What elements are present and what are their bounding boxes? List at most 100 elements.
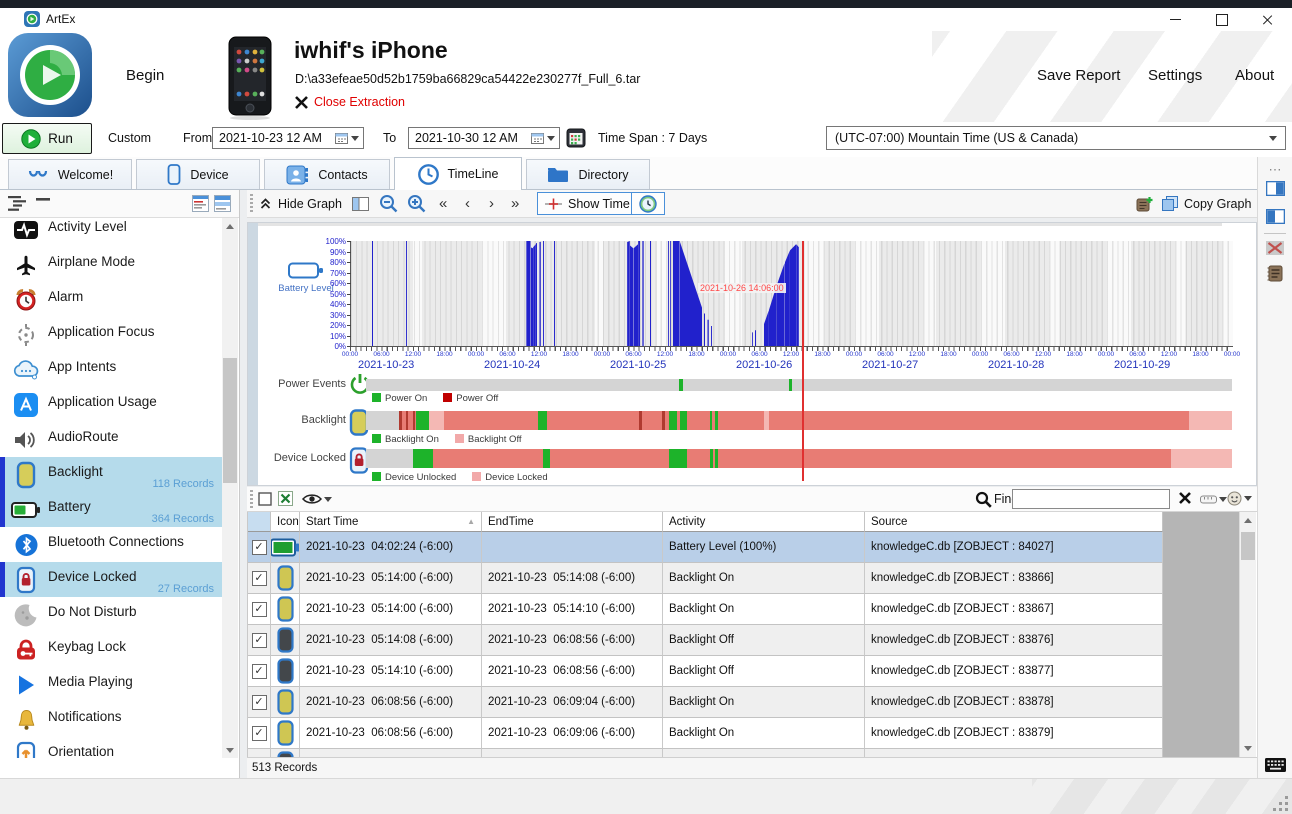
row-checkbox[interactable]: ✓ xyxy=(252,571,267,586)
sidebar-item-bluetooth-connections[interactable]: Bluetooth Connections xyxy=(0,527,222,562)
table-scroll-thumb[interactable] xyxy=(1241,532,1255,560)
view-detail-icon[interactable] xyxy=(214,195,231,217)
view-compact-icon[interactable] xyxy=(192,195,209,217)
clock-marker-button[interactable] xyxy=(631,192,665,215)
dock-close-disabled-button[interactable] xyxy=(1258,241,1292,255)
row-checkbox[interactable]: ✓ xyxy=(252,695,267,710)
column-header-start-time[interactable]: Start Time▲ xyxy=(300,512,482,532)
settings-button[interactable]: Settings xyxy=(1148,67,1202,84)
sidebar-item-activity-level[interactable]: Activity Level xyxy=(0,218,222,247)
minimize-button[interactable] xyxy=(1153,8,1197,31)
sidebar-scrollbar[interactable] xyxy=(222,218,238,758)
dock-panel-left-button[interactable] xyxy=(1258,209,1292,224)
sidebar-item-keybag-lock[interactable]: Keybag Lock xyxy=(0,632,222,667)
tab-timeline[interactable]: TimeLine xyxy=(394,157,522,190)
keyboard-icon[interactable] xyxy=(1258,758,1292,772)
sidebar-item-alarm[interactable]: Alarm xyxy=(0,282,222,317)
lane-track-power-events[interactable] xyxy=(366,379,1232,391)
table-scroll-down[interactable] xyxy=(1240,740,1256,756)
about-button[interactable]: About xyxy=(1235,67,1274,84)
table-row[interactable]: ✓2021-10-23 06:08:56 (-6:00)2021-10-23 0… xyxy=(248,718,1239,749)
tab-contacts[interactable]: Contacts xyxy=(264,159,390,189)
copy-graph-button[interactable]: Copy Graph xyxy=(1162,190,1251,217)
sidebar-item-orientation[interactable]: Orientation xyxy=(0,737,222,758)
table-row[interactable]: ✓2021-10-23 05:14:08 (-6:00)2021-10-23 0… xyxy=(248,625,1239,656)
skip-forward-button[interactable]: » xyxy=(511,190,519,217)
close-extraction-button[interactable]: Close Extraction xyxy=(295,95,405,109)
row-checkbox[interactable]: ✓ xyxy=(252,726,267,741)
row-checkbox[interactable]: ✓ xyxy=(252,633,267,648)
step-back-button[interactable]: ‹ xyxy=(465,190,470,217)
column-header-endtime[interactable]: EndTime xyxy=(482,512,663,532)
tab-welcome[interactable]: Welcome! xyxy=(8,159,132,189)
highlight-button[interactable] xyxy=(1227,491,1252,506)
column-header-activity[interactable]: Activity xyxy=(663,512,865,532)
graph-layout-button[interactable] xyxy=(352,190,369,217)
maximize-button[interactable] xyxy=(1200,8,1244,31)
column-header-select[interactable] xyxy=(248,512,271,532)
table-row[interactable]: ✓2021-10-23 05:14:10 (-6:00)2021-10-23 0… xyxy=(248,656,1239,687)
row-checkbox[interactable]: ✓ xyxy=(252,602,267,617)
sidebar-scroll-thumb[interactable] xyxy=(223,358,237,483)
table-row[interactable]: ✓2021-10-23 06:08:56 (-6:00)2021-10-23 0… xyxy=(248,687,1239,718)
find-input[interactable] xyxy=(1012,489,1170,509)
lane-track-device-locked[interactable] xyxy=(366,449,1232,468)
show-time-button[interactable]: Show Time xyxy=(537,192,638,215)
row-checkbox[interactable]: ✓ xyxy=(252,540,267,555)
lane-track-backlight[interactable] xyxy=(366,411,1232,430)
column-visibility-button[interactable] xyxy=(302,493,332,505)
table-toolbar-grip[interactable] xyxy=(250,490,253,509)
table-row[interactable]: ✓2021-10-23 05:14:00 (-6:00)2021-10-23 0… xyxy=(248,594,1239,625)
sidebar-item-backlight[interactable]: Backlight118 Records xyxy=(0,457,222,492)
sidebar-item-notifications[interactable]: Notifications xyxy=(0,702,222,737)
save-report-button[interactable]: Save Report xyxy=(1037,67,1120,84)
from-date-input[interactable]: 2021-10-23 12 AM xyxy=(212,127,364,149)
step-forward-button[interactable]: › xyxy=(489,190,494,217)
sidebar-item-app-intents[interactable]: App Intents xyxy=(0,352,222,387)
time-cursor-line[interactable] xyxy=(802,241,804,481)
calendar-picker-button[interactable] xyxy=(566,128,586,153)
table-row[interactable]: ✓2021-10-23 05:14:00 (-6:00)2021-10-23 0… xyxy=(248,563,1239,594)
sidebar-item-battery[interactable]: Battery364 Records xyxy=(0,492,222,527)
hide-graph-button[interactable]: Hide Graph xyxy=(259,190,342,217)
match-mode-button[interactable] xyxy=(1200,494,1227,505)
select-none-button[interactable] xyxy=(258,492,272,506)
resize-grip[interactable] xyxy=(1273,796,1288,811)
sidebar-item-audioroute[interactable]: AudioRoute xyxy=(0,422,222,457)
close-button[interactable] xyxy=(1246,8,1290,31)
timezone-select[interactable]: (UTC-07:00) Mountain Time (US & Canada) xyxy=(826,126,1286,150)
row-checkbox[interactable]: ✓ xyxy=(252,664,267,679)
sidebar-item-airplane-mode[interactable]: Airplane Mode xyxy=(0,247,222,282)
dock-panel-right-button[interactable] xyxy=(1258,181,1292,196)
sidebar-item-application-usage[interactable]: Application Usage xyxy=(0,387,222,422)
sidebar-item-application-focus[interactable]: Application Focus xyxy=(0,317,222,352)
sidebar-scroll-down[interactable] xyxy=(222,742,238,758)
begin-button[interactable]: Begin xyxy=(126,67,164,84)
table-row[interactable]: ✓2021-10-23 04:02:24 (-6:00)Battery Leve… xyxy=(248,532,1239,563)
sidebar-item-media-playing[interactable]: Media Playing xyxy=(0,667,222,702)
sidebar-scroll-up[interactable] xyxy=(222,218,238,234)
zoom-in-button[interactable] xyxy=(407,190,426,217)
toolbar-grip[interactable] xyxy=(250,194,253,213)
sidebar-item-device-locked[interactable]: Device Locked27 Records xyxy=(0,562,222,597)
table-scroll-up[interactable] xyxy=(1240,512,1256,528)
battery-chart-plot[interactable] xyxy=(350,241,1233,347)
run-button[interactable]: Run xyxy=(2,123,92,154)
add-to-report-button[interactable] xyxy=(1136,190,1153,217)
export-excel-button[interactable] xyxy=(278,491,293,506)
sidebar-item-do-not-disturb[interactable]: Do Not Disturb xyxy=(0,597,222,632)
table-row[interactable]: ✓2021-10-23 06:09:04 (-6:00)2021-10-23 0… xyxy=(248,749,1239,757)
zoom-out-button[interactable] xyxy=(379,190,398,217)
dock-overflow-icon[interactable]: ⋯ xyxy=(1258,162,1292,178)
custom-label[interactable]: Custom xyxy=(108,131,151,145)
dock-notebook-button[interactable] xyxy=(1258,265,1292,282)
tab-device[interactable]: Device xyxy=(136,159,260,189)
skip-back-button[interactable]: « xyxy=(439,190,447,217)
tab-directory[interactable]: Directory xyxy=(526,159,650,189)
column-header-icon[interactable]: Icon xyxy=(271,512,300,532)
table-scrollbar[interactable] xyxy=(1239,512,1256,757)
group-tree-icon[interactable] xyxy=(8,196,26,216)
collapse-groups-icon[interactable] xyxy=(36,196,50,216)
clear-find-button[interactable] xyxy=(1178,491,1192,510)
to-date-input[interactable]: 2021-10-30 12 AM xyxy=(408,127,560,149)
